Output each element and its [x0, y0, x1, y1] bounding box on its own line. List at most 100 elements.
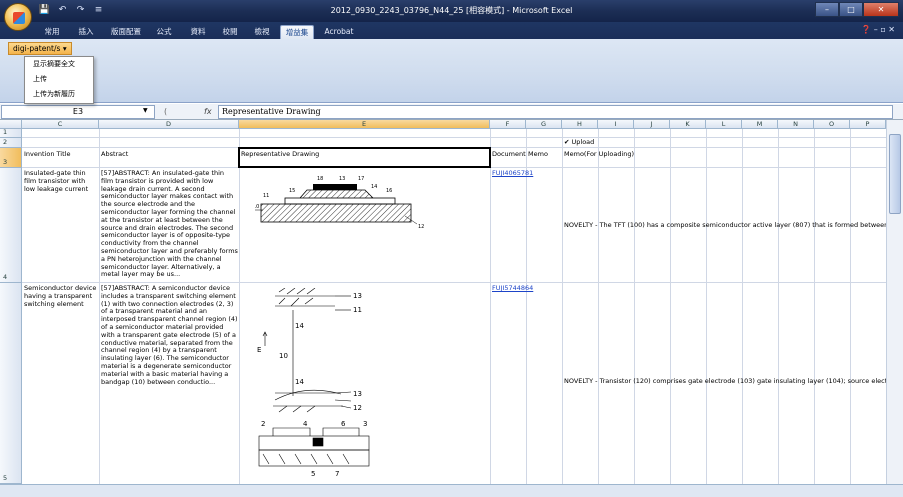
help-and-window-icons[interactable]: ❓ – ▫ ✕ [861, 25, 895, 34]
tab-insert[interactable]: 插入 [74, 25, 98, 39]
spreadsheet-grid[interactable]: C D E F G H I J K L M N O P 1 2 3 4 5 ✔ … [0, 120, 886, 484]
column-header-i[interactable]: I [598, 120, 634, 129]
column-header-m[interactable]: M [742, 120, 778, 129]
tab-view[interactable]: 檢視 [250, 25, 274, 39]
row-header-2[interactable]: 2 [0, 138, 22, 148]
cell-d5-abstract[interactable]: [57]ABSTRACT: A semiconductor device inc… [101, 285, 238, 400]
figure-1-label-15: 15 [289, 188, 295, 194]
formula-input[interactable]: Representative Drawing [218, 105, 893, 119]
menu-item-upload-new-history[interactable]: 上传为新履历 [25, 87, 93, 102]
formula-bar: E3 ▼ ( fx Representative Drawing [0, 104, 903, 120]
cell-f4-document-link[interactable]: FUJI4065781 [492, 170, 552, 178]
formula-tools: ( fx [160, 105, 216, 119]
cell-f5-document-link[interactable]: FUJI5744864 [492, 285, 552, 293]
figure-2-label-3: 3 [363, 420, 367, 428]
addin-dropdown-menu: 显示摘要全文 上传 上传为新履历 [24, 56, 94, 104]
figure-2-label-14: 14 [295, 322, 304, 330]
figure-1-label-17: 17 [358, 176, 364, 182]
figure-2-label-7: 7 [335, 470, 339, 478]
tab-home[interactable]: 常用 [40, 25, 64, 39]
vertical-scrollbar[interactable] [886, 120, 903, 484]
column-header-p[interactable]: P [850, 120, 886, 129]
maximize-button[interactable]: □ [839, 2, 863, 17]
menu-item-show-abstract[interactable]: 显示摘要全文 [25, 57, 93, 72]
office-logo-icon [13, 12, 25, 24]
title-bar: 💾 ↶ ↷ ≡ 2012_0930_2243_03796_N44_25 [相容模… [0, 0, 903, 22]
figure-2-label-14b: 14 [295, 378, 304, 386]
cell-h5-memo-upload[interactable]: NOVELTY - Transistor (120) comprises gat… [564, 378, 886, 386]
figure-1-label-18: 18 [317, 176, 323, 182]
tab-acrobat[interactable]: Acrobat [322, 25, 356, 39]
representative-drawing-2: 13 11 14 E 10 14 13 12 2 4 6 3 5 7 [257, 288, 370, 478]
cell-d4-abstract[interactable]: [57]ABSTRACT: An insulated-gate thin fil… [101, 170, 238, 281]
tab-formulas[interactable]: 公式 [152, 25, 176, 39]
menu-item-upload[interactable]: 上传 [25, 72, 93, 87]
header-abstract[interactable]: Abstract [101, 151, 237, 159]
figure-2-label-12: 12 [353, 404, 362, 412]
tab-page-layout[interactable]: 版面配置 [108, 25, 144, 39]
header-document[interactable]: Document [492, 151, 526, 159]
figure-1-label-10: 10 [255, 204, 259, 210]
cell-h4-memo-upload[interactable]: NOVELTY - The TFT (100) has a composite … [564, 222, 886, 230]
insert-function-icon[interactable]: fx [204, 105, 212, 118]
cell-c4-title[interactable]: Insulated-gate thin film transistor with… [24, 170, 98, 193]
tab-data[interactable]: 資料 [186, 25, 210, 39]
column-header-j[interactable]: J [634, 120, 670, 129]
column-header-n[interactable]: N [778, 120, 814, 129]
figure-2-label-13b: 13 [353, 390, 362, 398]
horizontal-scrollbar[interactable] [0, 484, 903, 497]
figure-2-label-5: 5 [311, 470, 315, 478]
undo-icon[interactable]: ↶ [56, 4, 69, 17]
tab-addins[interactable]: 增益集 [280, 25, 314, 39]
name-box-dropdown-icon[interactable]: ▼ [143, 107, 148, 114]
row-header-1[interactable]: 1 [0, 128, 22, 138]
figure-2-label-11: 11 [353, 306, 362, 314]
window-title: 2012_0930_2243_03796_N44_25 [相容模式] - Mic… [330, 6, 573, 15]
figure-1-label-16: 16 [386, 188, 392, 194]
column-header-e[interactable]: E [239, 120, 490, 129]
row-header-4[interactable]: 4 [0, 168, 22, 283]
row-header-5[interactable]: 5 [0, 283, 22, 484]
column-header-d[interactable]: D [99, 120, 239, 129]
figure-1-label-13: 13 [339, 176, 345, 182]
vertical-scroll-thumb[interactable] [889, 134, 901, 214]
header-invention-title[interactable]: Invention Title [24, 151, 98, 159]
window-controls: – □ ✕ [815, 2, 899, 17]
column-header-c[interactable]: C [22, 120, 99, 129]
ribbon-tabs: 常用 插入 版面配置 公式 資料 校閱 檢視 增益集 Acrobat ❓ – ▫… [0, 22, 903, 39]
customize-qat-icon[interactable]: ≡ [92, 4, 105, 17]
figure-1-label-12: 12 [418, 224, 424, 230]
figure-1-label-11: 11 [263, 193, 269, 199]
tab-review[interactable]: 校閱 [218, 25, 242, 39]
column-header-l[interactable]: L [706, 120, 742, 129]
column-header-g[interactable]: G [526, 120, 562, 129]
column-header-f[interactable]: F [490, 120, 526, 129]
formula-cancel-icon[interactable]: ( [164, 105, 167, 118]
upload-checkbox[interactable]: ✔ Upload [564, 139, 604, 147]
column-header-o[interactable]: O [814, 120, 850, 129]
figure-2-label-2: 2 [261, 420, 265, 428]
header-memo[interactable]: Memo [528, 151, 562, 159]
redo-icon[interactable]: ↷ [74, 4, 87, 17]
figure-2-label-4: 4 [303, 420, 308, 428]
column-header-h[interactable]: H [562, 120, 598, 129]
digi-patent-menu-button[interactable]: digi-patent/s ▾ [8, 42, 72, 55]
row-header-3[interactable]: 3 [0, 148, 22, 168]
figure-1-label-14: 14 [371, 184, 377, 190]
column-header-k[interactable]: K [670, 120, 706, 129]
figure-2-label-13: 13 [353, 292, 362, 300]
figure-2-label-6: 6 [341, 420, 346, 428]
quick-access-toolbar: 💾 ↶ ↷ ≡ [38, 4, 105, 17]
name-box[interactable]: E3 [1, 105, 155, 119]
representative-drawing-1: 18 13 17 14 16 15 11 10 12 [255, 176, 424, 230]
active-cell-e3 [238, 147, 491, 168]
office-button[interactable] [4, 3, 32, 31]
cell-c5-title[interactable]: Semiconductor device having a transparen… [24, 285, 98, 308]
ribbon-body: digi-patent/s ▾ 显示摘要全文 上传 上传为新履历 [0, 39, 903, 104]
header-memo-for-uploading[interactable]: Memo(For Uploading) [564, 151, 684, 159]
figure-2-label-10: 10 [279, 352, 288, 360]
figure-2-label-e: E [257, 346, 261, 354]
close-button[interactable]: ✕ [863, 2, 899, 17]
save-icon[interactable]: 💾 [38, 4, 51, 17]
minimize-button[interactable]: – [815, 2, 839, 17]
